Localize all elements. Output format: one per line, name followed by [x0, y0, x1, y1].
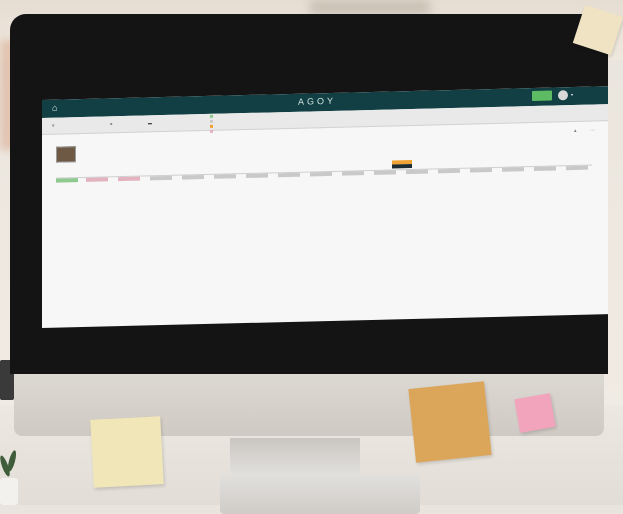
- period-segment[interactable]: [118, 176, 140, 182]
- sticky-note: [408, 381, 492, 463]
- user-menu[interactable]: ▾: [571, 92, 573, 97]
- client-panel: ▴ ⋯: [42, 121, 608, 195]
- home-icon[interactable]: ⌂: [52, 103, 57, 113]
- period-segment[interactable]: [534, 166, 556, 171]
- sticky-note: [90, 416, 164, 488]
- period-segment[interactable]: [150, 175, 172, 181]
- action-button[interactable]: [532, 90, 552, 102]
- monitor-stand: [230, 438, 360, 478]
- period-timeline: [56, 165, 592, 184]
- collapse-icon[interactable]: ▴: [574, 128, 577, 134]
- imac-monitor: ⌂ AGOY ▾ ≡ ≡ ▬ ▴ ⋯: [10, 14, 608, 514]
- monitor-screen: ⌂ AGOY ▾ ≡ ≡ ▬ ▴ ⋯: [42, 86, 608, 328]
- period-segment[interactable]: [214, 174, 236, 179]
- more-icon[interactable]: ⋯: [590, 127, 595, 133]
- period-segment[interactable]: [374, 170, 396, 175]
- toolbar-item[interactable]: ≡: [110, 121, 112, 126]
- toolbar-item[interactable]: ≡: [52, 123, 54, 128]
- period-segment[interactable]: [470, 168, 492, 173]
- period-segment[interactable]: [502, 167, 524, 172]
- monitor-stand-base: [220, 474, 420, 514]
- client-thumbnail: [56, 146, 76, 163]
- period-segment[interactable]: [342, 171, 364, 176]
- period-segment[interactable]: [406, 169, 428, 175]
- brand-logo: AGOY: [298, 95, 337, 107]
- plant-pot: [0, 478, 18, 505]
- current-period-label: [392, 163, 412, 169]
- period-segment[interactable]: [86, 177, 108, 182]
- background-blur-object: [310, 0, 430, 14]
- period-segment[interactable]: [246, 173, 268, 179]
- period-segment[interactable]: [56, 178, 78, 183]
- avatar[interactable]: [558, 90, 568, 101]
- period-segment[interactable]: [182, 175, 204, 180]
- period-segment[interactable]: [566, 165, 588, 171]
- period-segment[interactable]: [310, 171, 332, 177]
- sticky-note: [514, 393, 556, 433]
- period-segment[interactable]: [278, 172, 300, 178]
- toolbar-toggle[interactable]: ▬: [148, 120, 152, 125]
- period-segment[interactable]: [438, 168, 460, 174]
